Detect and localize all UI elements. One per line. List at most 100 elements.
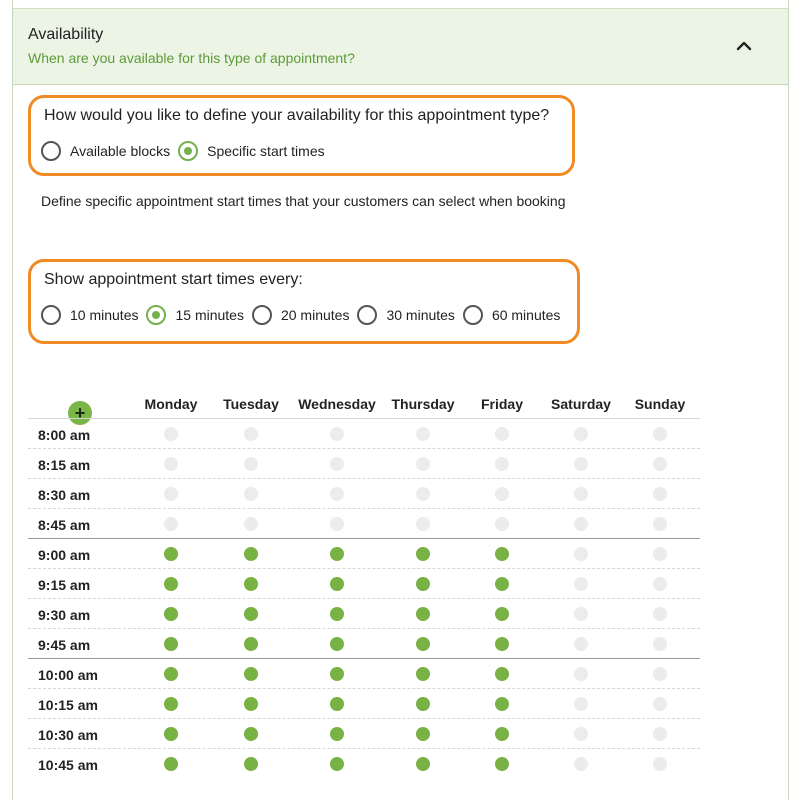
slot-toggle-thursday[interactable] <box>416 637 430 651</box>
slot-toggle-sunday[interactable] <box>653 457 667 471</box>
interval-radio-2[interactable]: 20 minutes <box>251 305 349 325</box>
slot-toggle-tuesday[interactable] <box>244 667 258 681</box>
slot-toggle-wednesday[interactable] <box>330 457 344 471</box>
slot-toggle-thursday[interactable] <box>416 577 430 591</box>
slot-toggle-thursday[interactable] <box>416 727 430 741</box>
slot-toggle-wednesday[interactable] <box>330 637 344 651</box>
slot-toggle-wednesday[interactable] <box>330 517 344 531</box>
slot-toggle-tuesday[interactable] <box>244 637 258 651</box>
slot-toggle-tuesday[interactable] <box>244 697 258 711</box>
slot-toggle-thursday[interactable] <box>416 487 430 501</box>
slot-toggle-sunday[interactable] <box>653 637 667 651</box>
slot-toggle-friday[interactable] <box>495 727 509 741</box>
slot-toggle-tuesday[interactable] <box>244 427 258 441</box>
slot-toggle-monday[interactable] <box>164 457 178 471</box>
radio-circle[interactable] <box>178 141 199 161</box>
slot-toggle-thursday[interactable] <box>416 427 430 441</box>
slot-toggle-wednesday[interactable] <box>330 547 344 561</box>
slot-toggle-thursday[interactable] <box>416 517 430 531</box>
slot-toggle-thursday[interactable] <box>416 667 430 681</box>
slot-toggle-thursday[interactable] <box>416 757 430 771</box>
slot-toggle-tuesday[interactable] <box>244 487 258 501</box>
slot-toggle-monday[interactable] <box>164 607 178 621</box>
slot-toggle-monday[interactable] <box>164 757 178 771</box>
slot-toggle-tuesday[interactable] <box>244 757 258 771</box>
slot-toggle-sunday[interactable] <box>653 517 667 531</box>
chevron-up-icon[interactable] <box>733 35 755 57</box>
slot-toggle-monday[interactable] <box>164 427 178 441</box>
slot-toggle-friday[interactable] <box>495 637 509 651</box>
slot-toggle-wednesday[interactable] <box>330 727 344 741</box>
interval-radio-4[interactable]: 60 minutes <box>462 305 560 325</box>
slot-toggle-saturday[interactable] <box>574 547 588 561</box>
slot-toggle-friday[interactable] <box>495 457 509 471</box>
slot-toggle-thursday[interactable] <box>416 547 430 561</box>
slot-toggle-wednesday[interactable] <box>330 667 344 681</box>
slot-toggle-wednesday[interactable] <box>330 577 344 591</box>
availability-type-radio-0[interactable]: Available blocks <box>41 141 170 161</box>
slot-toggle-wednesday[interactable] <box>330 697 344 711</box>
radio-circle[interactable] <box>251 305 272 325</box>
slot-toggle-tuesday[interactable] <box>244 517 258 531</box>
radio-circle[interactable] <box>357 305 378 325</box>
slot-toggle-friday[interactable] <box>495 757 509 771</box>
slot-toggle-tuesday[interactable] <box>244 607 258 621</box>
slot-toggle-wednesday[interactable] <box>330 607 344 621</box>
slot-toggle-thursday[interactable] <box>416 697 430 711</box>
slot-toggle-saturday[interactable] <box>574 457 588 471</box>
slot-toggle-friday[interactable] <box>495 607 509 621</box>
slot-toggle-friday[interactable] <box>495 667 509 681</box>
slot-toggle-tuesday[interactable] <box>244 577 258 591</box>
slot-toggle-tuesday[interactable] <box>244 457 258 471</box>
slot-toggle-monday[interactable] <box>164 667 178 681</box>
slot-toggle-saturday[interactable] <box>574 577 588 591</box>
slot-toggle-sunday[interactable] <box>653 487 667 501</box>
slot-toggle-friday[interactable] <box>495 697 509 711</box>
slot-toggle-friday[interactable] <box>495 427 509 441</box>
slot-toggle-tuesday[interactable] <box>244 727 258 741</box>
slot-toggle-monday[interactable] <box>164 727 178 741</box>
slot-toggle-saturday[interactable] <box>574 697 588 711</box>
slot-toggle-saturday[interactable] <box>574 517 588 531</box>
slot-toggle-friday[interactable] <box>495 517 509 531</box>
slot-toggle-sunday[interactable] <box>653 547 667 561</box>
slot-toggle-monday[interactable] <box>164 517 178 531</box>
slot-toggle-monday[interactable] <box>164 547 178 561</box>
radio-circle[interactable] <box>41 305 61 325</box>
slot-toggle-saturday[interactable] <box>574 607 588 621</box>
slot-toggle-sunday[interactable] <box>653 697 667 711</box>
slot-toggle-sunday[interactable] <box>653 577 667 591</box>
interval-radio-1[interactable]: 15 minutes <box>146 305 244 325</box>
slot-toggle-friday[interactable] <box>495 577 509 591</box>
slot-toggle-friday[interactable] <box>495 547 509 561</box>
slot-toggle-sunday[interactable] <box>653 427 667 441</box>
slot-toggle-thursday[interactable] <box>416 607 430 621</box>
slot-toggle-sunday[interactable] <box>653 757 667 771</box>
slot-toggle-monday[interactable] <box>164 577 178 591</box>
slot-toggle-saturday[interactable] <box>574 427 588 441</box>
slot-toggle-saturday[interactable] <box>574 757 588 771</box>
interval-radio-0[interactable]: 10 minutes <box>41 305 138 325</box>
radio-circle[interactable] <box>462 305 483 325</box>
slot-toggle-sunday[interactable] <box>653 667 667 681</box>
slot-toggle-saturday[interactable] <box>574 727 588 741</box>
slot-toggle-tuesday[interactable] <box>244 547 258 561</box>
slot-toggle-sunday[interactable] <box>653 727 667 741</box>
slot-toggle-wednesday[interactable] <box>330 427 344 441</box>
slot-toggle-saturday[interactable] <box>574 667 588 681</box>
slot-toggle-wednesday[interactable] <box>330 487 344 501</box>
slot-toggle-saturday[interactable] <box>574 637 588 651</box>
slot-toggle-monday[interactable] <box>164 637 178 651</box>
panel-header[interactable]: Availability When are you available for … <box>13 8 788 85</box>
slot-toggle-monday[interactable] <box>164 487 178 501</box>
slot-toggle-sunday[interactable] <box>653 607 667 621</box>
interval-radio-3[interactable]: 30 minutes <box>357 305 455 325</box>
radio-circle[interactable] <box>146 305 167 325</box>
slot-toggle-friday[interactable] <box>495 487 509 501</box>
radio-circle[interactable] <box>41 141 61 161</box>
slot-toggle-wednesday[interactable] <box>330 757 344 771</box>
availability-type-radio-1[interactable]: Specific start times <box>178 141 325 161</box>
slot-toggle-saturday[interactable] <box>574 487 588 501</box>
slot-toggle-thursday[interactable] <box>416 457 430 471</box>
slot-toggle-monday[interactable] <box>164 697 178 711</box>
